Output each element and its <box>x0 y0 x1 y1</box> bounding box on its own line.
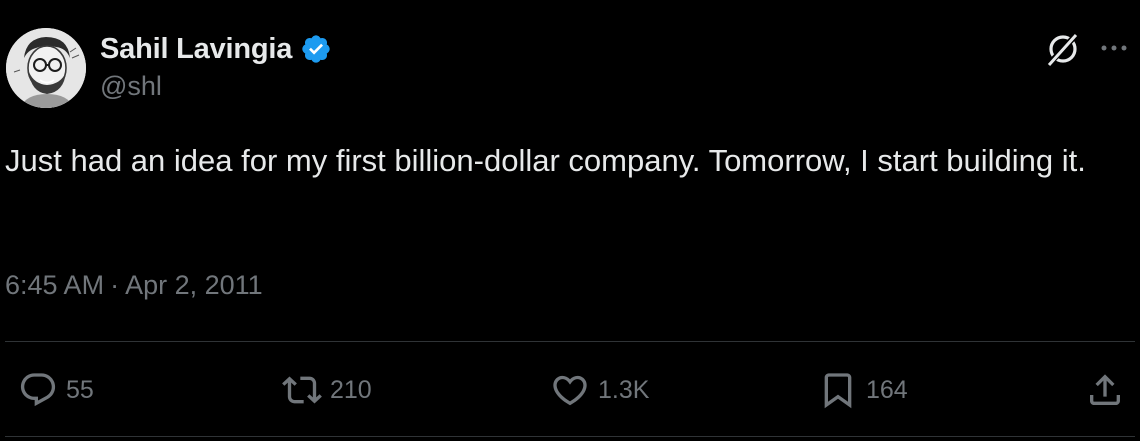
bookmark-button[interactable]: 164 <box>818 370 908 410</box>
retweet-button[interactable]: 210 <box>282 370 372 410</box>
tweet-text: Just had an idea for my first billion-do… <box>5 143 1086 178</box>
tweet-date[interactable]: Apr 2, 2011 <box>125 270 263 301</box>
author-display-name[interactable]: Sahil Lavingia <box>100 33 292 66</box>
heart-icon <box>553 375 587 406</box>
avatar-sketch-image <box>6 28 86 108</box>
like-button[interactable]: 1.3K <box>550 370 649 410</box>
reply-button[interactable]: 55 <box>18 370 94 410</box>
retweet-count: 210 <box>330 375 372 404</box>
bookmark-count: 164 <box>866 375 908 404</box>
tweet-time[interactable]: 6:45 AM <box>5 270 104 301</box>
grok-icon[interactable] <box>1043 29 1083 69</box>
bottom-divider <box>5 436 1135 437</box>
tweet-timestamp[interactable]: 6:45 AM · Apr 2, 2011 <box>5 270 263 301</box>
avatar[interactable] <box>6 28 86 108</box>
tweet-card: Sahil Lavingia @shl Just had an idea for… <box>0 0 1140 441</box>
like-count: 1.3K <box>598 375 650 404</box>
author-handle[interactable]: @shl <box>100 71 162 102</box>
retweet-icon <box>282 376 322 404</box>
share-button[interactable] <box>1085 370 1125 410</box>
bookmark-icon <box>824 373 852 409</box>
reply-count: 55 <box>66 375 94 404</box>
author-name-row: Sahil Lavingia <box>100 29 332 69</box>
reply-icon <box>20 373 56 407</box>
divider <box>5 341 1135 342</box>
more-options-icon[interactable] <box>1100 36 1128 60</box>
verified-badge-icon[interactable] <box>300 33 332 65</box>
share-icon <box>1090 374 1120 405</box>
timestamp-separator: · <box>110 270 120 300</box>
